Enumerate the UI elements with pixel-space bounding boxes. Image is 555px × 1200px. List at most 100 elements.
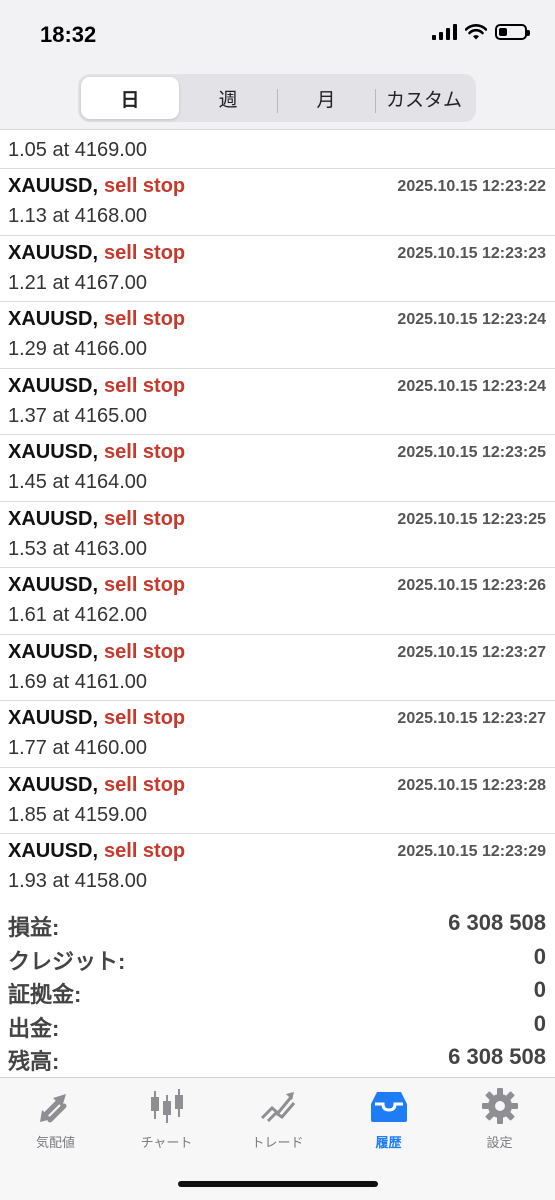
summary-balance: 残高: 6 308 508 bbox=[0, 1040, 555, 1074]
order-symbol: XAUUSD, bbox=[8, 308, 99, 330]
order-type: sell stop bbox=[104, 840, 186, 862]
order-time: 2025.10.15 12:23:25 bbox=[397, 444, 546, 461]
order-volume-price: 1.05 at 4169.00 bbox=[8, 139, 148, 161]
order-volume-price: 1.93 at 4158.00 bbox=[8, 870, 148, 892]
cellular-signal-icon bbox=[432, 24, 457, 40]
order-symbol: XAUUSD, bbox=[8, 175, 99, 197]
summary-value: 0 bbox=[533, 943, 546, 969]
order-row[interactable]: XAUUSD, sell stop 2025.10.15 12:23:23 1.2… bbox=[0, 236, 555, 302]
tab-history[interactable]: 履歴 bbox=[333, 1086, 444, 1152]
tab-label: 履歴 bbox=[375, 1135, 402, 1150]
period-segmented-control: 日 週 月 カスタム bbox=[78, 74, 476, 122]
summary-label: 残高: bbox=[8, 1049, 60, 1074]
order-row[interactable]: XAUUSD, sell stop 2025.10.15 12:23:24 1.2… bbox=[0, 302, 555, 369]
order-time: 2025.10.15 12:23:25 bbox=[397, 510, 546, 528]
order-time: 2025.10.15 12:23:27 bbox=[397, 643, 546, 661]
order-history-list[interactable]: 1.05 at 4169.00 XAUUSD, sell stop 2025.10… bbox=[0, 131, 555, 899]
segment-month[interactable]: 月 bbox=[277, 77, 375, 119]
quotes-arrows-icon bbox=[36, 1086, 76, 1126]
summary-value: 0 bbox=[533, 977, 546, 1002]
order-row[interactable]: XAUUSD, sell stop 2025.10.15 12:23:22 1.1… bbox=[0, 169, 555, 236]
tab-settings[interactable]: 設定 bbox=[444, 1086, 555, 1152]
order-volume-price: 1.77 at 4160.00 bbox=[8, 737, 148, 759]
wifi-icon bbox=[465, 24, 487, 40]
order-row[interactable]: XAUUSD, sell stop 2025.10.15 12:23:28 1.8… bbox=[0, 768, 555, 834]
summary-credit: クレジット: 0 bbox=[0, 940, 555, 974]
order-row[interactable]: XAUUSD, sell stop 2025.10.15 12:23:26 1.6… bbox=[0, 568, 555, 635]
order-type: sell stop bbox=[104, 175, 186, 197]
order-type: sell stop bbox=[104, 773, 186, 796]
order-volume-price: 1.53 at 4163.00 bbox=[8, 537, 148, 560]
summary-label: 出金: bbox=[8, 1015, 60, 1041]
order-volume-price: 1.45 at 4164.00 bbox=[8, 471, 148, 493]
order-type: sell stop bbox=[104, 507, 186, 530]
order-volume-price: 1.29 at 4166.00 bbox=[8, 338, 148, 360]
segment-custom[interactable]: カスタム bbox=[375, 77, 473, 119]
order-time: 2025.10.15 12:23:27 bbox=[397, 710, 546, 727]
account-summary: 損益: 6 308 508 クレジット: 0 証拠金: 0 出金: 0 残高: … bbox=[0, 899, 555, 1077]
summary-value: 6 308 508 bbox=[448, 910, 546, 935]
candlestick-chart-icon bbox=[147, 1086, 187, 1126]
order-type: sell stop bbox=[104, 441, 186, 463]
summary-label: 証拠金: bbox=[8, 982, 82, 1007]
order-symbol: XAUUSD, bbox=[8, 574, 99, 596]
status-time: 18:32 bbox=[40, 22, 97, 47]
trade-chart-icon bbox=[258, 1086, 298, 1126]
order-row[interactable]: XAUUSD, sell stop 2025.10.15 12:23:25 1.5… bbox=[0, 502, 555, 568]
summary-profit: 損益: 6 308 508 bbox=[0, 906, 555, 940]
summary-label: クレジット: bbox=[8, 948, 126, 974]
order-type: sell stop bbox=[104, 640, 186, 663]
order-volume-price: 1.69 at 4161.00 bbox=[8, 670, 148, 693]
status-bar: 18:32 bbox=[0, 0, 555, 70]
order-volume-price: 1.37 at 4165.00 bbox=[8, 404, 148, 427]
tab-quotes[interactable]: 気配値 bbox=[0, 1086, 111, 1152]
gear-icon bbox=[480, 1086, 520, 1126]
order-row[interactable]: 1.05 at 4169.00 bbox=[0, 131, 555, 169]
order-symbol: XAUUSD, bbox=[8, 241, 99, 264]
status-icons bbox=[432, 24, 530, 40]
tab-label: チャート bbox=[140, 1135, 193, 1150]
order-row[interactable]: XAUUSD, sell stop 2025.10.15 12:23:27 1.6… bbox=[0, 635, 555, 701]
battery-level bbox=[499, 28, 508, 36]
order-symbol: XAUUSD, bbox=[8, 507, 99, 530]
order-symbol: XAUUSD, bbox=[8, 840, 99, 862]
order-symbol: XAUUSD, bbox=[8, 640, 99, 663]
order-time: 2025.10.15 12:23:28 bbox=[397, 776, 546, 794]
order-row[interactable]: XAUUSD, sell stop 2025.10.15 12:23:29 1.9… bbox=[0, 834, 555, 899]
tab-label: 設定 bbox=[486, 1135, 513, 1150]
summary-label: 損益: bbox=[8, 915, 60, 940]
order-type: sell stop bbox=[104, 707, 186, 729]
order-type: sell stop bbox=[104, 308, 186, 330]
segment-week[interactable]: 週 bbox=[179, 77, 277, 119]
tab-label: 気配値 bbox=[35, 1135, 75, 1150]
order-volume-price: 1.61 at 4162.00 bbox=[8, 604, 148, 626]
order-symbol: XAUUSD, bbox=[8, 773, 99, 796]
order-time: 2025.10.15 12:23:29 bbox=[397, 843, 546, 860]
tab-label: トレード bbox=[251, 1135, 304, 1150]
order-volume-price: 1.13 at 4168.00 bbox=[8, 205, 148, 227]
order-time: 2025.10.15 12:23:23 bbox=[397, 244, 546, 262]
tab-trade[interactable]: トレード bbox=[222, 1086, 333, 1152]
home-indicator[interactable] bbox=[178, 1181, 378, 1187]
period-selector-bar: 日 週 月 カスタム bbox=[0, 70, 555, 130]
order-row[interactable]: XAUUSD, sell stop 2025.10.15 12:23:25 1.4… bbox=[0, 435, 555, 502]
order-volume-price: 1.85 at 4159.00 bbox=[8, 803, 148, 826]
order-type: sell stop bbox=[104, 241, 186, 264]
order-time: 2025.10.15 12:23:26 bbox=[397, 577, 546, 594]
order-type: sell stop bbox=[104, 374, 186, 397]
order-symbol: XAUUSD, bbox=[8, 441, 99, 463]
tab-chart[interactable]: チャート bbox=[111, 1086, 222, 1152]
history-inbox-icon bbox=[369, 1086, 409, 1126]
order-row[interactable]: XAUUSD, sell stop 2025.10.15 12:23:27 1.7… bbox=[0, 701, 555, 768]
summary-value: 6 308 508 bbox=[448, 1044, 546, 1069]
order-time: 2025.10.15 12:23:24 bbox=[397, 377, 546, 395]
order-time: 2025.10.15 12:23:22 bbox=[397, 178, 546, 195]
order-symbol: XAUUSD, bbox=[8, 374, 99, 397]
order-volume-price: 1.21 at 4167.00 bbox=[8, 271, 148, 294]
order-time: 2025.10.15 12:23:24 bbox=[397, 311, 546, 328]
summary-value: 0 bbox=[533, 1010, 546, 1036]
order-symbol: XAUUSD, bbox=[8, 707, 99, 729]
segment-day[interactable]: 日 bbox=[81, 77, 179, 119]
battery-icon bbox=[495, 24, 530, 40]
order-row[interactable]: XAUUSD, sell stop 2025.10.15 12:23:24 1.3… bbox=[0, 369, 555, 435]
